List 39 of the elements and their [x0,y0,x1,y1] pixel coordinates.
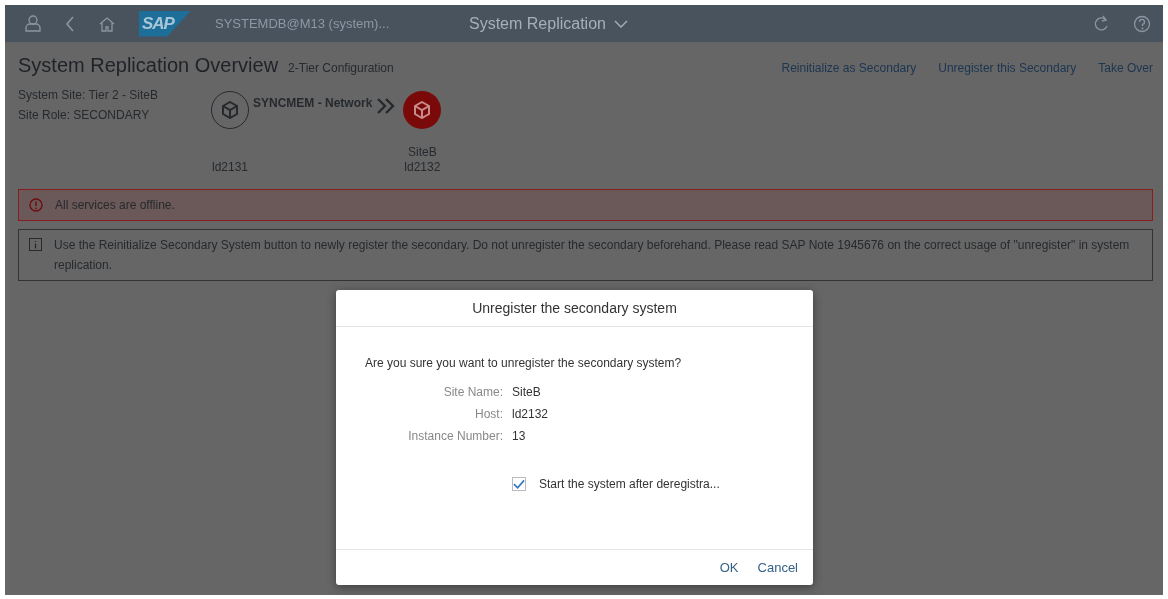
field-value: SiteB [512,384,542,401]
home-icon[interactable] [99,15,115,32]
site-info-text: Site Role: SECONDARY [18,107,151,124]
dialog-title: Unregister the secondary system [336,290,813,327]
sap-logo: SAP [139,10,191,37]
chevron-down-icon [613,19,628,28]
action-link[interactable]: Reinitialize as Secondary [781,61,917,75]
site-info-text: System Site: Tier 2 - SiteB [18,87,160,104]
back-icon[interactable] [65,15,75,32]
page-subtitle: 2-Tier Configuration [288,61,394,75]
refresh-icon[interactable] [1093,15,1109,32]
checkbox[interactable] [512,477,526,491]
system-name: SYSTEMDB@M13 (system)... [215,16,391,31]
dialog-button[interactable]: OK [714,556,744,579]
message-text: Use the Reinitialize Secondary System button to newly register the secondary. Do not unregister the secondary beforehand. Please read SAP Note 1945676 on the correct usage of "unregister" in system replication. [54,237,1131,274]
app-title-menu[interactable]: System Replication [469,14,628,33]
field-label: Site Name: [442,384,503,401]
message-text: All services are offline. [55,197,175,214]
user-icon[interactable] [25,15,41,32]
field-value: ld2132 [512,406,550,423]
page-title: System Replication Overview [18,54,279,77]
checkmark-icon [513,478,525,490]
info-icon [29,238,42,251]
action-link[interactable]: Take Over [1098,61,1153,75]
checkbox-label[interactable]: Start the system after deregistra... [539,477,720,491]
site-node-label: SiteB [408,145,437,160]
action-link[interactable]: Unregister this Secondary [938,61,1077,75]
dialog-question: Are you sure you want to unregister the secondary system? [365,356,683,370]
cube-icon [221,101,239,119]
help-icon[interactable] [1133,14,1151,33]
connection-label: SYNCMEM - Network [253,96,373,110]
field-label: Host: [474,406,503,423]
dialog-button[interactable]: Cancel [752,556,803,579]
field-label: Instance Number: [407,428,503,445]
cube-icon [413,101,432,119]
site-node-label: ld2131 [211,160,248,175]
site-node-label: ld2132 [404,160,441,175]
error-icon [29,198,43,212]
field-value: 13 [512,428,527,445]
